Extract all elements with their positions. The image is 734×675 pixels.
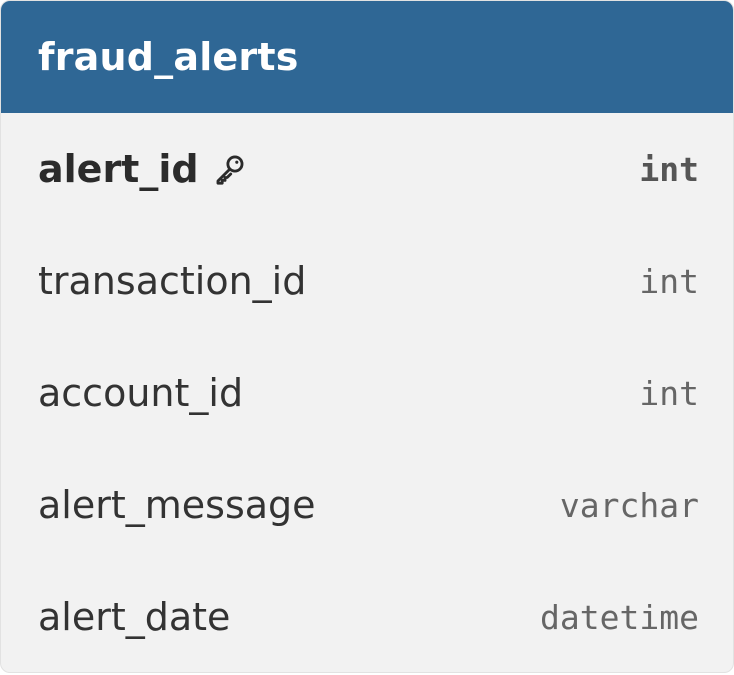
column-row-account-id[interactable]: account_id int — [1, 337, 733, 449]
column-row-alert-id[interactable]: alert_id int — [1, 113, 733, 225]
column-row-alert-message[interactable]: alert_message varchar — [1, 449, 733, 561]
column-name: alert_id — [38, 147, 247, 191]
key-icon — [213, 152, 247, 186]
column-name: transaction_id — [38, 259, 307, 303]
entity-table-fraud-alerts[interactable]: fraud_alerts alert_id int transaction_id… — [0, 0, 734, 673]
column-type: int — [639, 261, 699, 301]
column-type: datetime — [540, 597, 699, 637]
column-row-transaction-id[interactable]: transaction_id int — [1, 225, 733, 337]
column-name-text: alert_id — [38, 147, 199, 191]
column-type: varchar — [559, 485, 699, 525]
column-name: account_id — [38, 371, 244, 415]
column-type: int — [639, 149, 699, 189]
column-list: alert_id int transaction_id int account_… — [1, 113, 733, 672]
table-title: fraud_alerts — [38, 35, 299, 79]
column-row-alert-date[interactable]: alert_date datetime — [1, 561, 733, 672]
column-name: alert_message — [38, 483, 316, 527]
column-type: int — [639, 373, 699, 413]
table-header: fraud_alerts — [1, 1, 733, 113]
column-name: alert_date — [38, 595, 231, 639]
